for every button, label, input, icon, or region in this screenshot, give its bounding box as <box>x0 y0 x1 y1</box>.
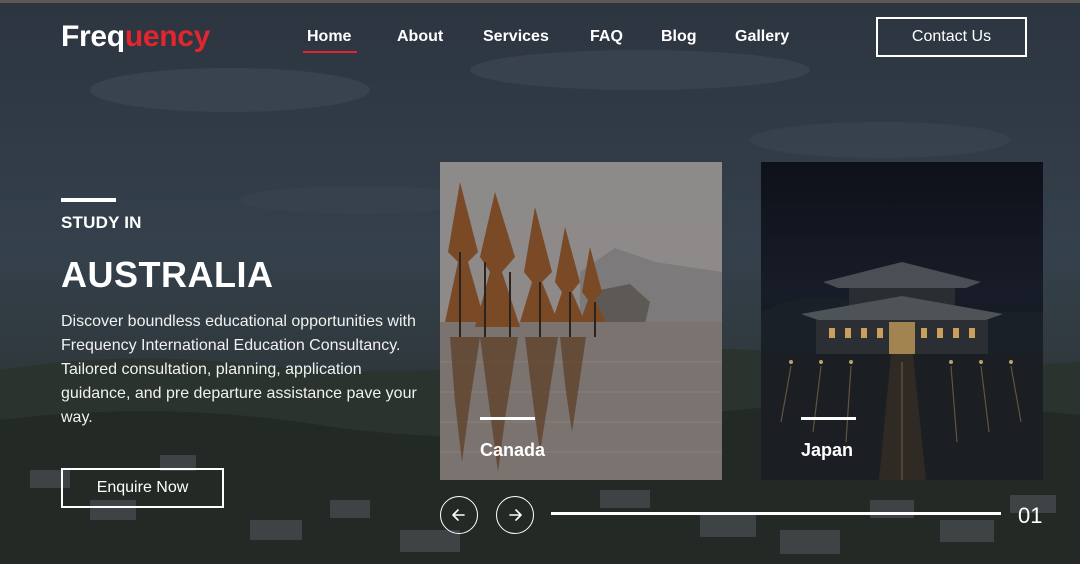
hero-description: Discover boundless educational opportuni… <box>61 313 417 426</box>
arrow-left-icon <box>452 509 465 521</box>
slider-progress-fill <box>551 512 1001 515</box>
destination-card-japan[interactable]: Japan <box>761 162 1043 480</box>
nav-item-services[interactable]: Services <box>483 26 549 48</box>
brand-name-prefix: Freq <box>61 20 125 53</box>
brand-name-accent: uency <box>124 20 211 53</box>
hero-headline: AUSTRALIA <box>61 254 274 295</box>
destination-name-japan: Japan <box>801 440 854 460</box>
nav-item-home[interactable]: Home <box>307 26 351 48</box>
slider-next-button[interactable] <box>496 496 534 534</box>
nav-item-about[interactable]: About <box>397 26 443 48</box>
eyebrow-decoration-bar <box>61 198 116 202</box>
japan-temple-image <box>761 162 1043 480</box>
nav-active-underline <box>303 51 357 53</box>
slider-prev-button[interactable] <box>440 496 478 534</box>
nav-item-gallery[interactable]: Gallery <box>735 26 789 48</box>
card-decoration-bar <box>480 417 535 420</box>
nav-item-faq[interactable]: FAQ <box>590 26 623 48</box>
arrow-right-icon <box>509 509 522 521</box>
enquire-now-button[interactable]: Enquire Now <box>61 468 224 508</box>
card-decoration-bar <box>801 417 856 420</box>
hero-section: Frequency Home About Services FAQ Blog G… <box>0 0 1080 564</box>
slider-progress-track <box>551 512 1001 515</box>
canada-lake-image <box>440 162 722 480</box>
contact-us-button[interactable]: Contact Us <box>876 17 1027 57</box>
hero-eyebrow: STUDY IN <box>61 213 142 232</box>
nav-item-blog[interactable]: Blog <box>661 26 697 48</box>
top-border <box>0 0 1080 3</box>
destination-card-canada[interactable]: Canada <box>440 162 722 480</box>
brand-logo[interactable]: Frequency <box>61 19 210 55</box>
slide-counter: 01 <box>1018 503 1043 528</box>
destination-name-canada: Canada <box>480 440 546 460</box>
